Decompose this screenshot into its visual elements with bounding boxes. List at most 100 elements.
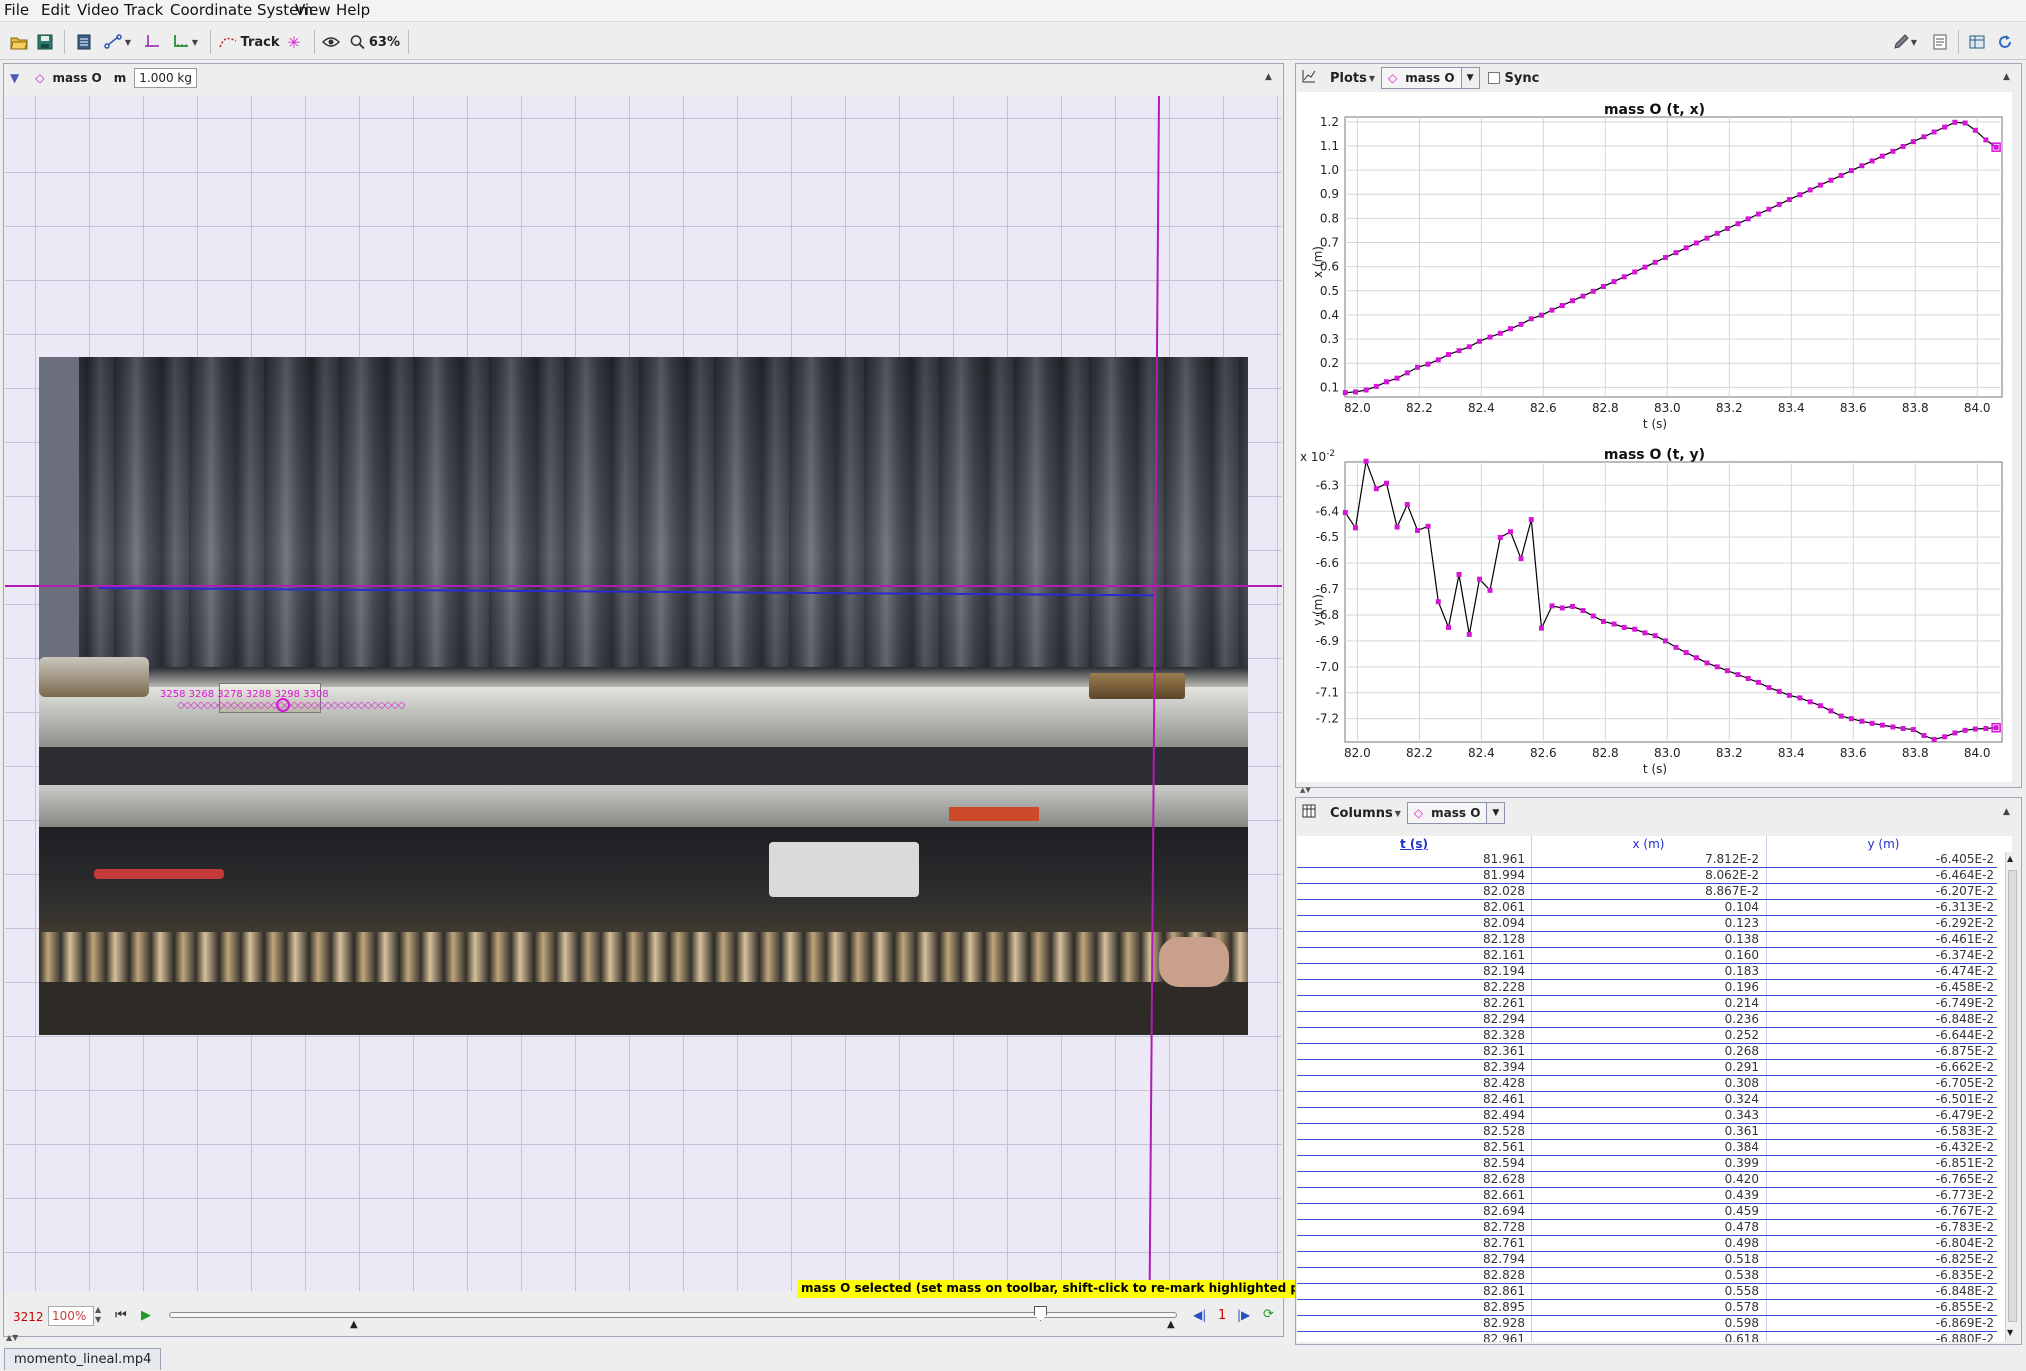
plot-track-dropdown-icon[interactable]: ▼ [1461, 67, 1480, 89]
plot-track-selector[interactable]: ◇ mass O [1381, 67, 1462, 89]
pencil-drawing-icon[interactable]: ▼ [1890, 31, 1920, 53]
rate-spinner[interactable]: ▲ ▼ [95, 1305, 101, 1325]
table-cell: -6.474E-2 [1935, 964, 1994, 978]
columns-menu-button[interactable]: Columns ▼ [1330, 806, 1401, 821]
plots-menu-button[interactable]: Plots ▼ [1330, 71, 1375, 86]
timeline-slider[interactable] [169, 1312, 1177, 1318]
table-row[interactable]: 82.061 0.104 -6.313E-2 [1297, 900, 1997, 916]
table-row[interactable]: 81.994 8.062E-2 -6.464E-2 [1297, 868, 1997, 884]
zoom-control[interactable]: 63% [350, 31, 400, 53]
mass-field[interactable]: 1.000 kg [134, 68, 197, 88]
column-header-x[interactable]: x (m) [1531, 836, 1766, 852]
table-row[interactable]: 82.028 8.867E-2 -6.207E-2 [1297, 884, 1997, 900]
table-track-dropdown-icon[interactable]: ▼ [1487, 802, 1506, 824]
table-row[interactable]: 82.228 0.196 -6.458E-2 [1297, 980, 1997, 996]
table-row[interactable]: 82.628 0.420 -6.765E-2 [1297, 1172, 1997, 1188]
menu-coordinate-system[interactable]: Coordinate System [170, 2, 313, 19]
table-row[interactable]: 82.594 0.399 -6.851E-2 [1297, 1156, 1997, 1172]
plot-panel-collapse-icon[interactable]: ▲ [2003, 72, 2010, 82]
calibration-tools-icon[interactable]: ▼ [102, 31, 132, 53]
scroll-down-icon[interactable]: ▼ [2007, 1328, 2013, 1337]
end-marker-icon[interactable]: ▲ [1167, 1319, 1175, 1330]
table-row[interactable]: 82.961 0.618 -6.880E-2 [1297, 1332, 1997, 1342]
save-icon[interactable] [34, 31, 56, 53]
table-row[interactable]: 82.194 0.183 -6.474E-2 [1297, 964, 1997, 980]
maximize-arrow-icon[interactable]: ▲ [1265, 72, 1272, 82]
step-back-icon[interactable]: ◀| [1193, 1308, 1206, 1322]
table-row[interactable]: 82.694 0.459 -6.767E-2 [1297, 1204, 1997, 1220]
plot-t-y-chart[interactable]: 82.0 82.2 82.4 82.6 82.8 83.0 83.2 83.4 83.6 83.8… [1297, 437, 2012, 782]
clip-settings-icon[interactable] [74, 31, 94, 53]
step-size[interactable]: 1 [1218, 1308, 1226, 1323]
track-point-markers[interactable]: ◇◇◇◇◇◇◇◇◇◇◇◇◇◇◇◇◇◇◇◇◇◇◇◇◇◇◇◇◇◇◇◇◇◇ [177, 700, 405, 711]
refresh-icon[interactable] [1994, 31, 2016, 53]
file-tab[interactable]: momento_lineal.mp4 [4, 1348, 162, 1370]
loop-icon[interactable]: ⟳ [1263, 1307, 1274, 1322]
selected-point-marker[interactable] [276, 698, 290, 712]
create-track-button[interactable]: Track [218, 31, 280, 53]
data-point [1704, 235, 1710, 241]
table-row[interactable]: 82.361 0.268 -6.875E-2 [1297, 1044, 1997, 1060]
table-row[interactable]: 82.895 0.578 -6.855E-2 [1297, 1300, 1997, 1316]
column-header-y[interactable]: y (m) [1766, 836, 2001, 852]
table-row[interactable]: 82.561 0.384 -6.432E-2 [1297, 1140, 1997, 1156]
rate-field[interactable]: 100% [48, 1306, 94, 1326]
table-row[interactable]: 82.728 0.478 -6.783E-2 [1297, 1220, 1997, 1236]
open-folder-icon[interactable] [8, 31, 30, 53]
visibility-eye-icon[interactable] [320, 31, 342, 53]
table-row[interactable]: 82.261 0.214 -6.749E-2 [1297, 996, 1997, 1012]
table-row[interactable]: 82.128 0.138 -6.461E-2 [1297, 932, 1997, 948]
menu-edit[interactable]: Edit [41, 2, 70, 19]
frame-counter[interactable]: 3212 [13, 1310, 44, 1324]
table-row[interactable]: 82.661 0.439 -6.773E-2 [1297, 1188, 1997, 1204]
notes-icon[interactable] [1929, 31, 1951, 53]
menu-video[interactable]: Video [77, 2, 119, 19]
table-row[interactable]: 82.294 0.236 -6.848E-2 [1297, 1012, 1997, 1028]
collapse-triangle-icon[interactable]: ▼ [10, 71, 19, 85]
menu-file[interactable]: File [4, 2, 29, 19]
menu-view[interactable]: View [295, 2, 331, 19]
table-cell: 0.308 [1724, 1076, 1759, 1090]
sync-checkbox[interactable] [1487, 72, 1500, 84]
step-forward-icon[interactable]: |▶ [1237, 1308, 1250, 1322]
autotracker-icon[interactable]: ✳ [284, 31, 304, 53]
table-row[interactable]: 82.094 0.123 -6.292E-2 [1297, 916, 1997, 932]
play-icon[interactable]: ▶ [141, 1308, 151, 1323]
coordinate-axes-icon[interactable] [142, 31, 162, 53]
table-row[interactable]: 82.528 0.361 -6.583E-2 [1297, 1124, 1997, 1140]
table-row[interactable]: 82.494 0.343 -6.479E-2 [1297, 1108, 1997, 1124]
table-panel-collapse-icon[interactable]: ▲ [2003, 807, 2010, 817]
table-row[interactable]: 82.161 0.160 -6.374E-2 [1297, 948, 1997, 964]
table-row[interactable]: 82.828 0.538 -6.835E-2 [1297, 1268, 1997, 1284]
y-tick-label: -6.3 [1316, 478, 1339, 492]
rewind-icon[interactable]: ⏮ [115, 1308, 127, 1323]
slider-thumb[interactable] [1034, 1306, 1047, 1321]
menu-track[interactable]: Track [124, 2, 163, 19]
start-marker-icon[interactable]: ▲ [350, 1319, 358, 1330]
table-row[interactable]: 82.861 0.558 -6.848E-2 [1297, 1284, 1997, 1300]
video-canvas[interactable]: 3258 3268 3278 3288 3298 3308 ◇◇◇◇◇◇◇◇◇◇… [5, 96, 1282, 1291]
scroll-thumb[interactable] [2008, 870, 2017, 1322]
scroll-up-icon[interactable]: ▲ [2007, 854, 2013, 863]
column-header-t[interactable]: t (s) [1297, 836, 1531, 852]
menu-help[interactable]: Help [336, 2, 370, 19]
plot-t-x-chart[interactable]: 82.0 82.2 82.4 82.6 82.8 83.0 83.2 83.4 83.6 83.8… [1297, 92, 2012, 437]
x-tick-label: 83.0 [1654, 401, 1681, 415]
table-row[interactable]: 82.328 0.252 -6.644E-2 [1297, 1028, 1997, 1044]
plot-divider-arrows-icon[interactable]: ▲▼ [1300, 786, 1311, 794]
table-row[interactable]: 81.961 7.812E-2 -6.405E-2 [1297, 852, 1997, 868]
table-row[interactable]: 82.794 0.518 -6.825E-2 [1297, 1252, 1997, 1268]
data-point [1549, 307, 1555, 313]
table-row[interactable]: 82.461 0.324 -6.501E-2 [1297, 1092, 1997, 1108]
table-row[interactable]: 82.928 0.598 -6.869E-2 [1297, 1316, 1997, 1332]
plot-icon[interactable] [1302, 69, 1316, 87]
table-track-selector[interactable]: ◇ mass O [1406, 802, 1488, 824]
table-row[interactable]: 82.394 0.291 -6.662E-2 [1297, 1060, 1997, 1076]
table-row[interactable]: 82.428 0.308 -6.705E-2 [1297, 1076, 1997, 1092]
divider-arrows-icon[interactable]: ▲▼ [6, 1333, 18, 1342]
table-icon[interactable] [1302, 804, 1316, 822]
table-scrollbar[interactable]: ▲ ▼ [2005, 852, 2019, 1342]
data-tool-icon[interactable] [1966, 31, 1988, 53]
tape-measure-icon[interactable]: ▼ [170, 31, 200, 53]
table-row[interactable]: 82.761 0.498 -6.804E-2 [1297, 1236, 1997, 1252]
